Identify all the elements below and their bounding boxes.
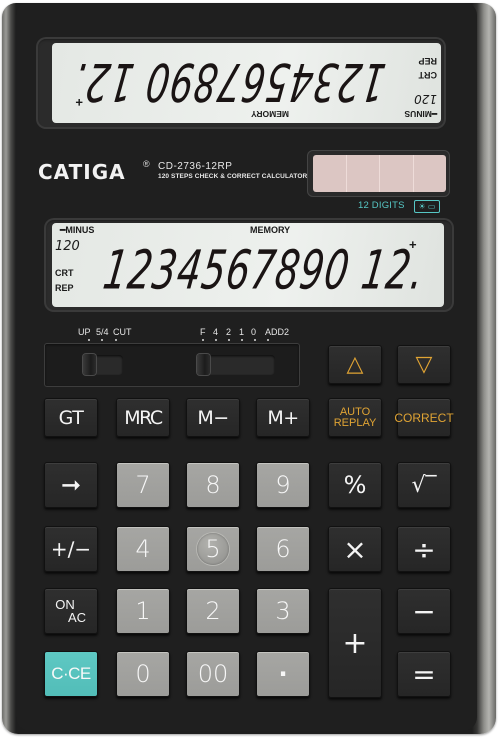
switch-position-dot: [241, 339, 243, 341]
memory-plus-button[interactable]: M+: [256, 398, 310, 437]
clear-entry-button[interactable]: C·CE: [44, 651, 98, 697]
decimal-switch-label-1: 1: [239, 327, 245, 337]
decimal-switch-label-0: 0: [251, 327, 257, 337]
percent-button[interactable]: %: [328, 462, 382, 508]
on-ac-button[interactable]: ON AC: [44, 588, 98, 634]
rep-indicator: REP: [55, 283, 74, 293]
switch-position-dot: [215, 339, 217, 341]
digit-2-button[interactable]: 2: [186, 588, 240, 634]
multiply-button[interactable]: ×: [328, 526, 382, 572]
top-crt-indicator: CRT: [418, 70, 438, 80]
digit-3-button[interactable]: 3: [256, 588, 310, 634]
step-counter: 120: [55, 239, 80, 254]
sign-indicator: +: [409, 237, 417, 252]
top-minus-indicator: ━MINUS: [404, 109, 437, 119]
switch-position-dot: [202, 339, 204, 341]
digit-7-button[interactable]: 7: [116, 462, 170, 508]
on-ac-label-ac: AC: [67, 610, 87, 625]
tagline: 120 STEPS CHECK & CORRECT CALCULATOR: [158, 173, 308, 180]
auto-replay-label-line1: AUTO: [339, 405, 371, 418]
plus-button[interactable]: +: [328, 588, 382, 698]
solar-panel: [313, 155, 446, 192]
dual-power-icon: ☀ ▭: [414, 200, 440, 213]
digit-4-button[interactable]: 4: [116, 526, 170, 572]
digit-8-button[interactable]: 8: [186, 462, 240, 508]
switch-position-dot: [101, 339, 103, 341]
digit-9-button[interactable]: 9: [256, 462, 310, 508]
rounding-switch-label-cut: CUT: [113, 327, 132, 337]
digit-5-label: 5: [205, 535, 221, 563]
crt-indicator: CRT: [55, 268, 74, 278]
decimal-point-button[interactable]: ·: [256, 651, 310, 697]
digit-5-tactile-ring: 5: [197, 533, 229, 565]
main-display-content: ━MINUS MEMORY 120 CRT REP 1234567890 12.…: [52, 223, 444, 307]
auto-replay-button[interactable]: AUTO REPLAY: [328, 398, 382, 437]
top-rep-indicator: REP: [418, 56, 437, 66]
solar-cell: [313, 155, 347, 192]
main-display-value: 1234567890 12.: [99, 239, 429, 302]
memory-indicator: MEMORY: [250, 225, 291, 235]
digit-0-button[interactable]: 0: [116, 651, 170, 697]
top-display: ━MINUS MEMORY 120 CRT REP 1234567890 12.…: [52, 43, 441, 123]
top-sign-indicator: +: [75, 95, 83, 110]
switch-position-dot: [254, 339, 256, 341]
solar-cell: [414, 155, 447, 192]
digit-6-button[interactable]: 6: [256, 526, 310, 572]
minus-indicator: ━MINUS: [60, 225, 95, 235]
step-down-button[interactable]: ▽: [397, 345, 451, 384]
digits-label: 12 DIGITS: [358, 200, 405, 211]
minus-button[interactable]: −: [397, 588, 451, 634]
divide-button[interactable]: ÷: [397, 526, 451, 572]
correct-button[interactable]: CORRECT: [394, 398, 454, 437]
switch-position-dot: [228, 339, 230, 341]
top-display-value: 1234567890 12.: [69, 50, 390, 111]
mrc-button[interactable]: MRC: [116, 398, 170, 437]
decimal-switch-label-2: 2: [226, 327, 232, 337]
sign-change-button[interactable]: +∕−: [44, 526, 98, 572]
top-memory-indicator: MEMORY: [251, 109, 289, 119]
top-step-counter: 120: [414, 92, 437, 106]
top-display-content: ━MINUS MEMORY 120 CRT REP 1234567890 12.…: [52, 43, 441, 123]
shift-right-button[interactable]: ➞: [44, 462, 98, 508]
registered-mark: ®: [143, 159, 150, 169]
switch-position-dot: [88, 339, 90, 341]
rounding-switch-label-54: 5/4: [96, 327, 109, 337]
decimal-switch-label-add2: ADD2: [265, 327, 290, 337]
brand-logo: CATIGA: [38, 160, 126, 184]
main-display: ━MINUS MEMORY 120 CRT REP 1234567890 12.…: [52, 223, 444, 307]
switch-panel: [44, 343, 300, 387]
memory-minus-button[interactable]: M−: [186, 398, 240, 437]
equals-button[interactable]: =: [397, 651, 451, 697]
rounding-switch-label-up: UP: [78, 327, 91, 337]
solar-cell: [380, 155, 414, 192]
model-number: CD-2736-12RP: [158, 161, 233, 172]
gt-button[interactable]: GT: [44, 398, 98, 437]
square-root-button[interactable]: √‾: [397, 462, 451, 508]
switch-position-dot: [267, 339, 269, 341]
decimal-switch-label-f: F: [200, 327, 206, 337]
double-zero-button[interactable]: 00: [186, 651, 240, 697]
decimal-switch-knob[interactable]: [197, 354, 210, 375]
digit-1-button[interactable]: 1: [116, 588, 170, 634]
rounding-switch-knob[interactable]: [83, 354, 96, 375]
solar-cell: [347, 155, 380, 192]
auto-replay-label-line2: REPLAY: [333, 416, 377, 429]
digit-5-button[interactable]: 5: [186, 526, 240, 572]
step-up-button[interactable]: △: [328, 345, 382, 384]
switch-position-dot: [115, 339, 117, 341]
decimal-switch-label-4: 4: [213, 327, 219, 337]
